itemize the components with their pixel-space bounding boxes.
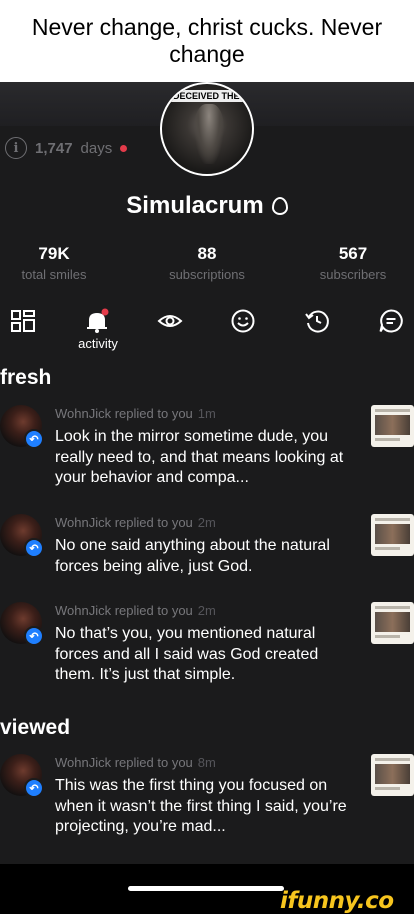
stat-label: subscriptions xyxy=(169,267,245,282)
stat-value: 79K xyxy=(38,244,70,263)
profile-username: Simulacrum xyxy=(0,192,414,220)
notification-item[interactable]: ↶ WohnJick replied to you 2m No one said … xyxy=(0,514,414,594)
days-indicator[interactable]: i 1,747 days xyxy=(5,137,128,159)
notification-time: 1m xyxy=(197,406,216,421)
notification-meta: WohnJick replied to you 2m xyxy=(55,515,216,530)
notification-text: This was the first thing you focused on … xyxy=(55,777,347,835)
bell-icon xyxy=(87,308,109,333)
notification-meta: WohnJick replied to you 8m xyxy=(55,755,216,770)
profile-stats: 79K total smiles 88 subscriptions 567 su… xyxy=(0,244,414,284)
notification-time: 2m xyxy=(197,603,216,618)
info-icon: i xyxy=(5,137,27,159)
meme-thumbnail[interactable] xyxy=(371,602,414,644)
reply-icon: ↶ xyxy=(24,538,44,558)
stat-total-smiles[interactable]: 79K total smiles xyxy=(0,244,114,282)
section-heading-fresh: fresh xyxy=(0,366,52,389)
stat-value: 567 xyxy=(338,244,368,263)
notification-text: Look in the mirror sometime dude, you re… xyxy=(55,428,344,486)
meme-caption: Never change, christ cucks. Never change xyxy=(0,0,414,82)
stat-value: 88 xyxy=(197,244,217,263)
profile-screen: DECEIVED THE i 1,747 days Simulacrum 79K… xyxy=(0,82,414,864)
avatar-figure xyxy=(194,104,224,164)
tab-activity[interactable] xyxy=(80,304,114,338)
notification-who: WohnJick replied to you xyxy=(55,515,193,530)
notification-who: WohnJick replied to you xyxy=(55,406,193,421)
username-text: Simulacrum xyxy=(126,192,264,219)
notification-meta: WohnJick replied to you 1m xyxy=(55,406,216,421)
notification-who: WohnJick replied to you xyxy=(55,603,193,618)
tab-viewed[interactable] xyxy=(153,304,187,338)
reply-icon: ↶ xyxy=(24,626,44,646)
days-label: days xyxy=(80,139,113,157)
reply-icon: ↶ xyxy=(24,778,44,798)
online-dot-icon xyxy=(120,144,128,152)
notification-time: 2m xyxy=(197,515,216,530)
notification-meta: WohnJick replied to you 2m xyxy=(55,603,216,618)
profile-avatar[interactable]: DECEIVED THE xyxy=(160,82,254,176)
stat-label: subscribers xyxy=(319,267,387,282)
reply-icon: ↶ xyxy=(24,429,44,449)
notification-time: 8m xyxy=(197,755,216,770)
tab-comments[interactable] xyxy=(374,304,408,338)
tab-history[interactable] xyxy=(300,304,334,338)
flame-icon xyxy=(271,197,288,215)
tab-grid[interactable] xyxy=(6,304,40,338)
meme-thumbnail[interactable] xyxy=(371,514,414,556)
stat-subscriptions[interactable]: 88 subscriptions xyxy=(147,244,267,282)
notification-text: No that’s you, you mentioned natural for… xyxy=(55,625,319,683)
tab-activity-label: activity xyxy=(78,336,118,351)
smile-icon xyxy=(231,309,255,333)
history-icon xyxy=(305,310,329,333)
grid-icon xyxy=(11,310,35,332)
eye-icon xyxy=(157,315,183,327)
tab-smiles[interactable] xyxy=(226,304,260,338)
notification-text: No one said anything about the natural f… xyxy=(55,537,330,575)
comment-icon xyxy=(379,309,403,333)
notification-item[interactable]: ↶ WohnJick replied to you 8m This was the… xyxy=(0,754,414,844)
meme-thumbnail[interactable] xyxy=(371,405,414,447)
meme-thumbnail[interactable] xyxy=(371,754,414,796)
stat-label: total smiles xyxy=(21,267,87,282)
avatar-banner-text: DECEIVED THE xyxy=(170,90,243,102)
home-indicator[interactable] xyxy=(128,886,284,891)
notification-item[interactable]: ↶ WohnJick replied to you 1m Look in the … xyxy=(0,405,414,500)
ifunny-watermark: ifunny.co xyxy=(280,888,394,914)
notification-item[interactable]: ↶ WohnJick replied to you 2m No that’s yo… xyxy=(0,602,414,692)
notification-who: WohnJick replied to you xyxy=(55,755,193,770)
profile-tabs xyxy=(0,304,414,354)
days-count: 1,747 xyxy=(35,139,73,157)
section-heading-viewed: viewed xyxy=(0,716,71,739)
stat-subscribers[interactable]: 567 subscribers xyxy=(293,244,413,282)
